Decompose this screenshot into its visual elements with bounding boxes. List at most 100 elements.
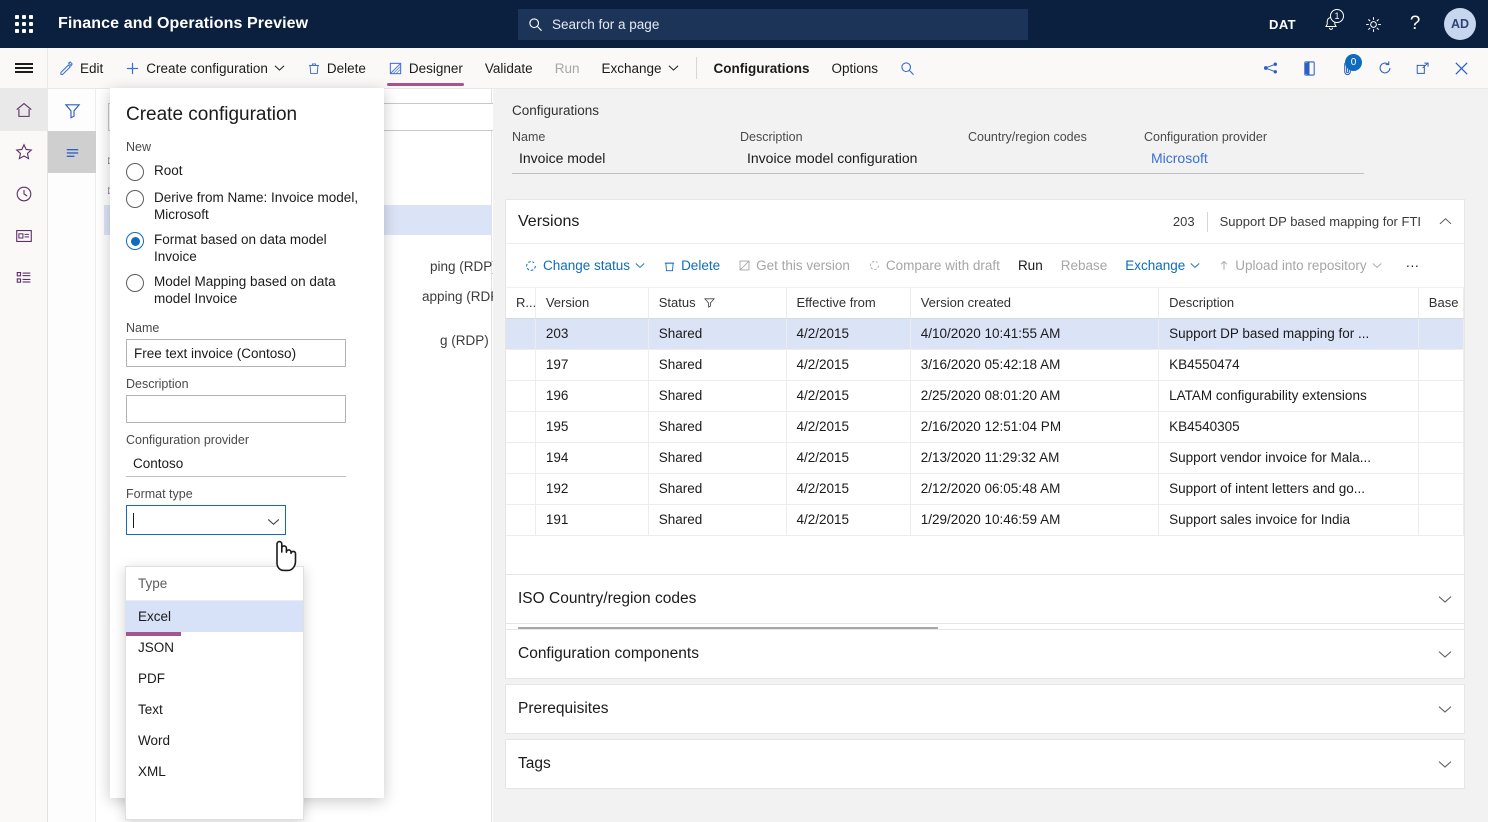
dialog-name-input[interactable]: Free text invoice (Contoso) <box>126 339 346 367</box>
tab-configurations[interactable]: Configurations <box>703 48 821 88</box>
cell-version-created: 4/10/2020 10:41:55 AM <box>910 318 1158 349</box>
versions-header[interactable]: Versions 203 Support DP based mapping fo… <box>506 200 1464 244</box>
dropdown-item-xml[interactable]: XML <box>126 756 303 787</box>
settings-button[interactable] <box>1352 0 1394 48</box>
exchange-menu-button[interactable]: Exchange <box>590 48 689 88</box>
column-header-effective-from[interactable]: Effective from <box>786 288 910 318</box>
edit-button[interactable]: Edit <box>48 48 114 88</box>
radio-option-format-based-on-data-model[interactable]: Format based on data model Invoice <box>110 227 384 269</box>
validate-button[interactable]: Validate <box>474 48 544 88</box>
cell-description: KB4540305 <box>1159 411 1419 442</box>
main-content-area: Configurations Name Invoice model Descri… <box>493 89 1488 822</box>
field-configuration-provider-value[interactable]: Microsoft <box>1144 147 1364 174</box>
cell-base <box>1418 411 1463 442</box>
radio-icon[interactable] <box>126 163 144 181</box>
table-row[interactable]: 203 Shared 4/2/2015 4/10/2020 10:41:55 A… <box>506 318 1464 349</box>
run-version-button[interactable]: Run <box>1010 251 1051 281</box>
designer-button[interactable]: Designer <box>377 48 474 88</box>
attachments-button[interactable]: 0 <box>1328 48 1366 88</box>
radio-icon[interactable] <box>126 190 144 208</box>
share-icon[interactable] <box>1252 48 1290 88</box>
rail-item-home[interactable] <box>0 89 48 131</box>
field-description-value[interactable]: Invoice model configuration <box>740 147 968 174</box>
delete-button[interactable]: Delete <box>296 48 377 88</box>
help-button[interactable]: ? <box>1394 0 1436 48</box>
app-launcher-icon[interactable] <box>0 0 48 48</box>
cell-status: Shared <box>648 442 786 473</box>
radio-icon-selected[interactable] <box>126 232 144 250</box>
list-view-icon[interactable] <box>48 131 96 173</box>
more-options-label: ··· <box>1406 258 1420 273</box>
table-row[interactable]: 196 Shared 4/2/2015 2/25/2020 08:01:20 A… <box>506 380 1464 411</box>
change-status-button[interactable]: Change status <box>516 251 653 281</box>
radio-option-root[interactable]: Root <box>110 158 384 185</box>
column-header-base[interactable]: Base <box>1418 288 1463 318</box>
dropdown-item-json[interactable]: JSON <box>126 632 303 663</box>
dialog-description-input[interactable] <box>126 395 346 423</box>
hamburger-menu-icon[interactable] <box>0 48 48 88</box>
rail-item-modules[interactable] <box>0 257 48 299</box>
dropdown-item-text[interactable]: Text <box>126 694 303 725</box>
global-search-box[interactable]: Search for a page <box>518 9 1028 40</box>
chevron-down-icon[interactable] <box>1438 757 1452 772</box>
popout-icon[interactable] <box>1404 48 1442 88</box>
cell-version-created: 1/29/2020 10:46:59 AM <box>910 504 1158 535</box>
field-name-label: Name <box>512 130 740 144</box>
search-icon <box>528 17 543 32</box>
toolbar-search-button[interactable] <box>889 48 926 88</box>
close-icon[interactable] <box>1442 48 1480 88</box>
tab-options[interactable]: Options <box>821 48 890 88</box>
radio-icon[interactable] <box>126 274 144 292</box>
delete-version-button[interactable]: Delete <box>655 251 728 281</box>
notifications-button[interactable]: 1 <box>1310 0 1352 48</box>
section-tags[interactable]: Tags <box>505 739 1465 789</box>
field-country-region-codes-value[interactable] <box>968 147 1144 174</box>
more-options-button[interactable]: ··· <box>1398 251 1428 281</box>
cell-version: 195 <box>535 411 648 442</box>
table-row[interactable]: 195 Shared 4/2/2015 2/16/2020 12:51:04 P… <box>506 411 1464 442</box>
section-label: Configuration components <box>518 645 699 663</box>
chevron-down-icon[interactable] <box>1438 647 1452 662</box>
cell-version: 194 <box>535 442 648 473</box>
section-iso-country-region-codes[interactable]: ISO Country/region codes <box>505 574 1465 624</box>
column-header-description[interactable]: Description <box>1159 288 1419 318</box>
dialog-format-type-combobox[interactable] <box>126 505 286 535</box>
dialog-provider-input[interactable]: Contoso <box>126 451 346 477</box>
chevron-up-icon[interactable] <box>1439 217 1452 226</box>
table-row[interactable]: 197 Shared 4/2/2015 3/16/2020 05:42:18 A… <box>506 349 1464 380</box>
create-configuration-button[interactable]: Create configuration <box>114 48 296 88</box>
column-header-status[interactable]: Status <box>648 288 786 318</box>
avatar[interactable]: AD <box>1436 0 1488 48</box>
chevron-down-icon[interactable] <box>1438 702 1452 717</box>
radio-option-derive-from[interactable]: Derive from Name: Invoice model, Microso… <box>110 185 384 227</box>
company-selector[interactable]: DAT <box>1255 0 1310 48</box>
rail-item-favorites[interactable] <box>0 131 48 173</box>
table-row[interactable]: 191 Shared 4/2/2015 1/29/2020 10:46:59 A… <box>506 504 1464 535</box>
rail-item-workspaces[interactable] <box>0 215 48 257</box>
dropdown-item-excel[interactable]: Excel <box>126 601 303 632</box>
chevron-down-icon[interactable] <box>1438 592 1452 607</box>
chevron-down-icon[interactable] <box>267 514 280 529</box>
section-configuration-components[interactable]: Configuration components <box>505 629 1465 679</box>
cell-description: LATAM configurability extensions <box>1159 380 1419 411</box>
table-row[interactable]: 192 Shared 4/2/2015 2/12/2020 06:05:48 A… <box>506 473 1464 504</box>
dropdown-item-word[interactable]: Word <box>126 725 303 756</box>
refresh-icon[interactable] <box>1366 48 1404 88</box>
dropdown-item-pdf[interactable]: PDF <box>126 663 303 694</box>
office-app-icon[interactable] <box>1290 48 1328 88</box>
column-header-version-created[interactable]: Version created <box>910 288 1158 318</box>
dialog-provider-label: Configuration provider <box>126 433 370 447</box>
cell-r <box>506 442 535 473</box>
column-header-version[interactable]: Version <box>535 288 648 318</box>
filter-icon[interactable] <box>704 297 715 308</box>
section-prerequisites[interactable]: Prerequisites <box>505 684 1465 734</box>
field-name-value[interactable]: Invoice model <box>512 147 740 174</box>
filter-icon[interactable] <box>48 89 96 131</box>
dropdown-item-excel-label: Excel <box>138 609 171 624</box>
table-row[interactable]: 194 Shared 4/2/2015 2/13/2020 11:29:32 A… <box>506 442 1464 473</box>
rail-item-recent[interactable] <box>0 173 48 215</box>
radio-option-model-mapping-based-on-data-model[interactable]: Model Mapping based on data model Invoic… <box>110 269 384 311</box>
column-header-r[interactable]: R... <box>506 288 535 318</box>
exchange-version-button[interactable]: Exchange <box>1117 251 1208 281</box>
versions-title: Versions <box>518 213 579 231</box>
